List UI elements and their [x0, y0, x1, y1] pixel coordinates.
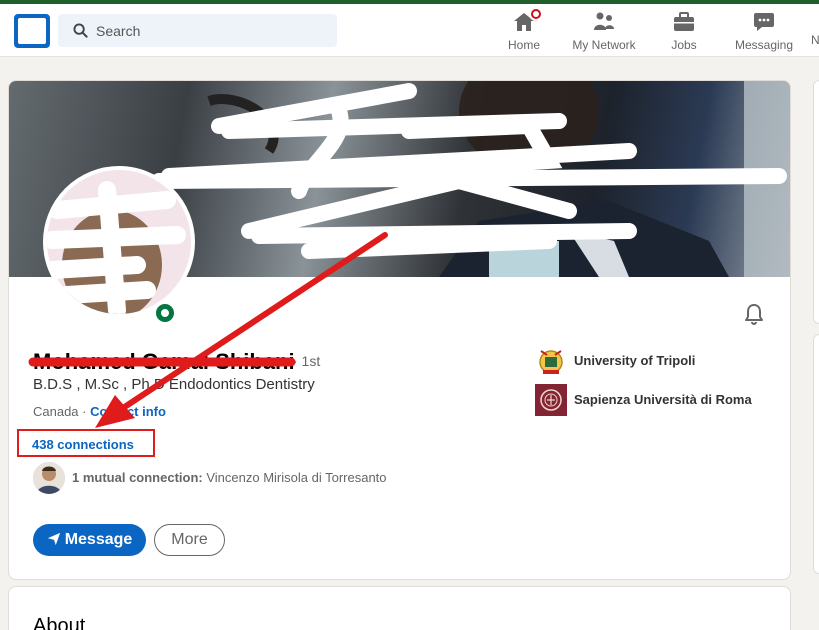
profile-location: Canada — [33, 404, 79, 419]
home-icon — [512, 7, 543, 34]
message-button[interactable]: Message — [33, 524, 146, 556]
about-card: About — [8, 586, 791, 630]
profile-card: Mohamed Gamal Shibani · 1st B.D.S , M.Sc… — [8, 80, 791, 580]
annotation-highlight-box — [17, 429, 155, 457]
send-icon — [47, 532, 60, 546]
network-icon — [592, 10, 616, 34]
nav-home[interactable]: Home — [504, 7, 544, 56]
mutual-connection-text[interactable]: 1 mutual connection: Vincenzo Mirisola d… — [72, 470, 387, 485]
sapienza-logo — [535, 384, 567, 416]
nav-notifications-label-cut[interactable]: N — [811, 33, 819, 47]
education-name: University of Tripoli — [574, 353, 696, 368]
education-name: Sapienza Università di Roma — [574, 392, 752, 407]
mutual-connection-name: Vincenzo Mirisola di Torresanto — [206, 470, 387, 485]
linkedin-logo[interactable] — [14, 14, 50, 48]
location-separator: · — [78, 404, 91, 419]
bell-icon[interactable] — [742, 302, 766, 331]
contact-info-link[interactable]: Contact info — [90, 404, 166, 419]
search-input[interactable] — [96, 14, 326, 47]
university-of-tripoli-logo — [535, 345, 567, 377]
nav-jobs-label: Jobs — [671, 38, 697, 52]
briefcase-icon — [672, 10, 696, 34]
search-icon — [73, 23, 88, 38]
connection-degree: · 1st — [293, 353, 321, 369]
side-panel-card — [813, 80, 819, 324]
nav-jobs[interactable]: Jobs — [664, 10, 704, 56]
about-title: About — [33, 615, 86, 630]
more-button[interactable]: More — [154, 524, 225, 556]
nav-messaging-label: Messaging — [734, 38, 794, 52]
nav-my-network[interactable]: My Network — [566, 10, 642, 56]
profile-headline: B.D.S , M.Sc , Ph.D Endodontics Dentistr… — [33, 376, 315, 393]
messaging-icon — [752, 10, 776, 34]
profile-location-line: Canada · Contact info — [33, 404, 166, 419]
online-status-badge — [152, 300, 178, 326]
nav-messaging[interactable]: Messaging — [733, 10, 795, 56]
side-panel-card — [813, 334, 819, 574]
mutual-connection-avatar[interactable] — [33, 462, 65, 494]
profile-avatar[interactable] — [43, 166, 195, 318]
top-navbar: Home My Network Jobs Messaging N — [0, 4, 819, 57]
mutual-connection-label: 1 mutual connection: — [72, 470, 203, 485]
nav-home-label: Home — [507, 38, 540, 52]
message-button-label: Message — [64, 531, 133, 548]
nav-my-network-label: My Network — [572, 38, 636, 52]
profile-name: Mohamed Gamal Shibani — [33, 349, 295, 374]
search-box[interactable] — [58, 14, 337, 47]
notification-dot — [529, 7, 543, 21]
